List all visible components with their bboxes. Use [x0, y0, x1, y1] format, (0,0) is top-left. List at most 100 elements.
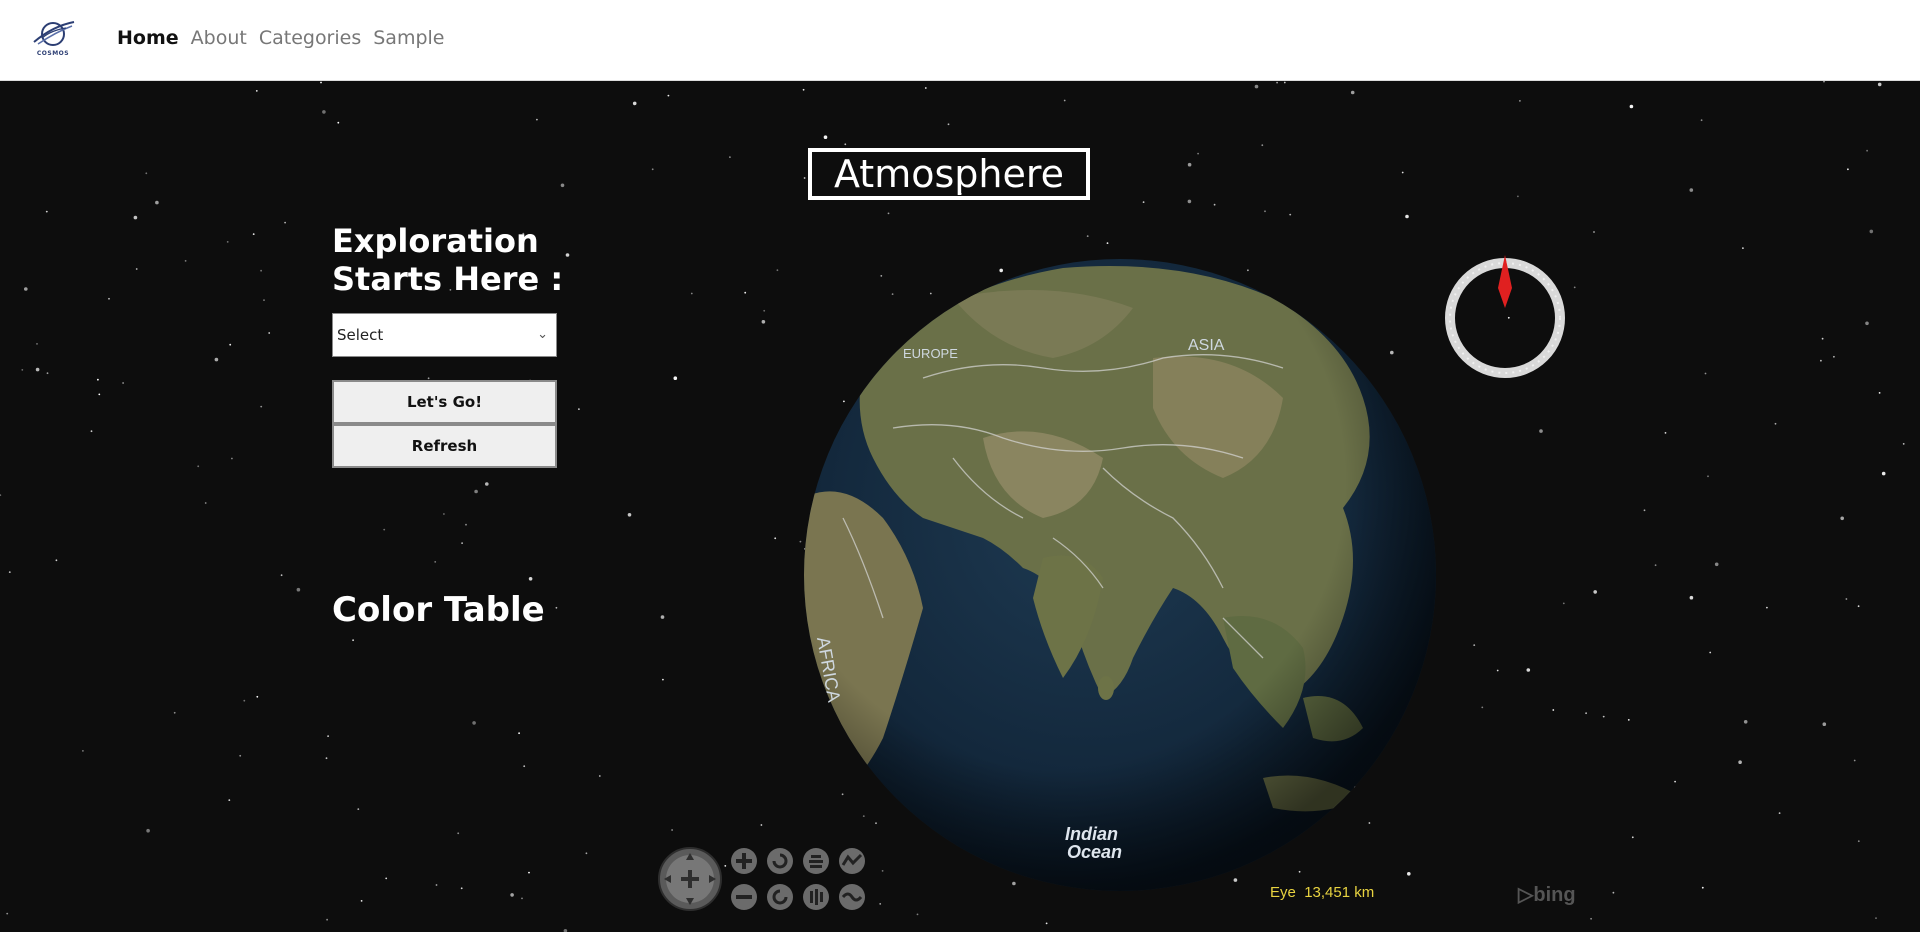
- star: [1086, 235, 1089, 238]
- star: [1590, 917, 1592, 920]
- star: [204, 502, 207, 504]
- star: [729, 156, 731, 159]
- star: [1869, 229, 1874, 234]
- star: [1187, 162, 1192, 167]
- star: [1473, 644, 1476, 646]
- star: [1573, 286, 1576, 289]
- star: [1689, 188, 1694, 192]
- star: [1063, 99, 1066, 102]
- star: [1289, 213, 1292, 216]
- compass-control[interactable]: [1442, 255, 1568, 381]
- category-select[interactable]: Select ⌄: [332, 313, 557, 357]
- star: [799, 540, 802, 543]
- star: [1857, 605, 1860, 608]
- star: [228, 799, 231, 801]
- star: [239, 754, 242, 757]
- star: [326, 918, 328, 921]
- refresh-button[interactable]: Refresh: [332, 424, 557, 468]
- star: [1045, 922, 1048, 925]
- planet-logo-icon: [33, 21, 75, 46]
- star: [21, 369, 24, 371]
- star: [385, 877, 388, 880]
- star: [55, 559, 58, 562]
- star: [823, 135, 828, 139]
- star: [6, 912, 9, 915]
- star: [1142, 201, 1145, 204]
- star: [229, 343, 232, 346]
- rotate-cw-icon[interactable]: [767, 884, 793, 910]
- logo-text: COSMOS: [36, 50, 70, 57]
- star: [802, 88, 805, 91]
- star: [598, 775, 601, 777]
- star: [1264, 210, 1266, 213]
- star: [585, 852, 588, 855]
- star: [744, 291, 747, 294]
- nav-about[interactable]: About: [191, 27, 247, 49]
- zoom-in-icon[interactable]: [731, 848, 757, 874]
- star: [327, 735, 329, 737]
- star: [763, 309, 766, 312]
- star: [457, 832, 460, 835]
- star: [184, 260, 187, 262]
- lets-go-button[interactable]: Let's Go!: [332, 380, 557, 424]
- star: [260, 269, 262, 272]
- star: [135, 268, 138, 270]
- ocean-label-1: Indian: [1065, 824, 1118, 844]
- star: [578, 408, 580, 410]
- star: [1401, 171, 1404, 174]
- rotate-ccw-icon[interactable]: [767, 848, 793, 874]
- star: [352, 639, 354, 642]
- star: [472, 721, 476, 725]
- tilt-up-icon[interactable]: [803, 848, 829, 874]
- star: [1283, 81, 1286, 84]
- zoom-out-icon[interactable]: [731, 884, 757, 910]
- star: [1833, 355, 1835, 358]
- color-table-heading: Color Table: [332, 590, 545, 630]
- star: [1902, 443, 1905, 445]
- star: [1857, 840, 1860, 843]
- star: [214, 357, 219, 362]
- star: [357, 808, 360, 810]
- star: [82, 750, 84, 752]
- star: [443, 513, 445, 515]
- star: [671, 829, 673, 831]
- exaggerate-up-icon[interactable]: [839, 848, 865, 874]
- star: [1654, 564, 1657, 567]
- pan-control[interactable]: [658, 847, 722, 911]
- star: [1709, 651, 1712, 654]
- nav-categories[interactable]: Categories: [259, 27, 361, 49]
- star: [1845, 598, 1848, 600]
- europe-label: EUROPE: [903, 346, 958, 361]
- star: [36, 343, 38, 345]
- eye-altitude-value: 13,451 km: [1304, 884, 1375, 901]
- star: [485, 482, 489, 486]
- exaggerate-down-icon[interactable]: [839, 884, 865, 910]
- nav-links: Home About Categories Sample: [117, 27, 445, 49]
- star: [284, 221, 286, 224]
- star: [776, 269, 779, 272]
- nav-sample[interactable]: Sample: [373, 27, 444, 49]
- star: [1707, 475, 1709, 478]
- star: [1742, 247, 1744, 250]
- star: [1276, 81, 1278, 84]
- star: [122, 382, 124, 384]
- star: [255, 90, 258, 92]
- select-value: Select: [337, 326, 384, 344]
- star: [1187, 199, 1192, 204]
- star: [1820, 359, 1822, 362]
- star: [673, 376, 678, 381]
- star: [1254, 84, 1259, 89]
- nav-home[interactable]: Home: [117, 27, 179, 49]
- star: [8, 571, 11, 573]
- globe-viewer[interactable]: EUROPE ASIA AFRICA Indian Ocean: [803, 258, 1437, 892]
- cosmos-logo[interactable]: COSMOS: [28, 16, 78, 62]
- star: [325, 757, 328, 760]
- asia-label: ASIA: [1188, 337, 1225, 354]
- star: [1526, 668, 1531, 672]
- star: [155, 200, 159, 205]
- star: [1865, 321, 1869, 326]
- star: [1881, 471, 1886, 476]
- star: [427, 377, 430, 380]
- star: [474, 489, 478, 494]
- tilt-down-icon[interactable]: [803, 884, 829, 910]
